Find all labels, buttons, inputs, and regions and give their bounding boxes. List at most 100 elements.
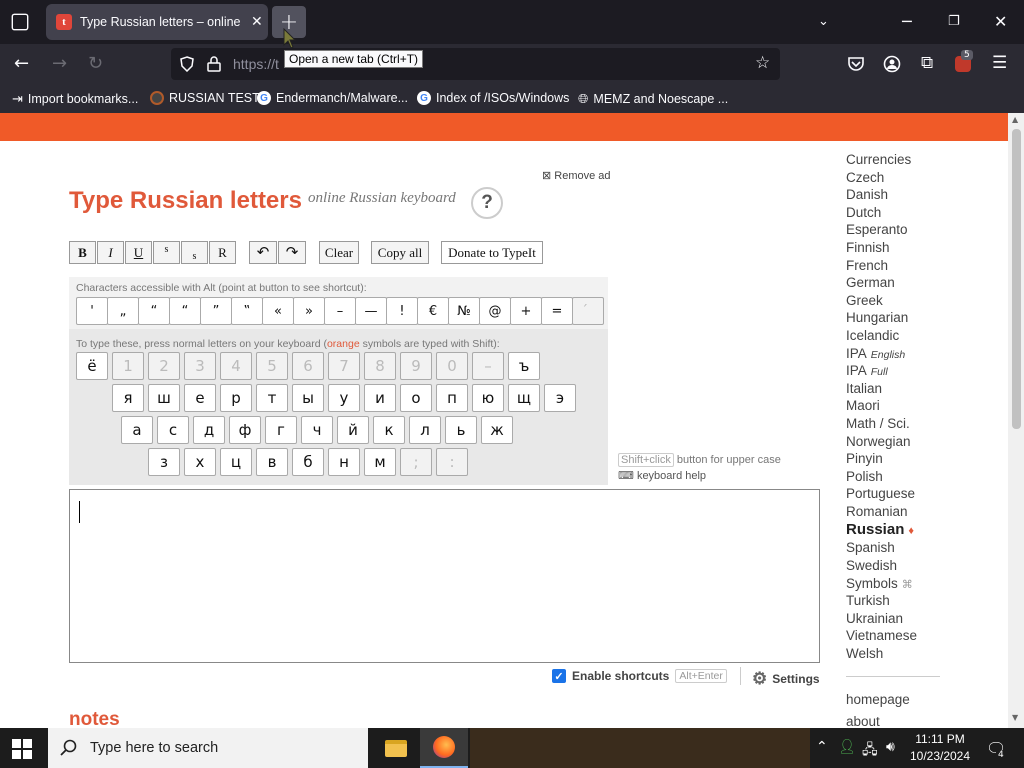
key-button[interactable]: ч — [301, 416, 333, 444]
language-link[interactable]: Esperanto — [846, 222, 917, 240]
key-button[interactable]: л — [409, 416, 441, 444]
key-button[interactable]: ц — [220, 448, 252, 476]
language-link[interactable]: Dutch — [846, 205, 917, 223]
key-button[interactable]: — — [355, 297, 387, 325]
active-tab[interactable]: t Type Russian letters – online Ru ✕ — [46, 4, 268, 40]
key-button[interactable]: х — [184, 448, 216, 476]
tray-people-icon[interactable]: 👤︎ — [838, 739, 856, 755]
windows-start-icon[interactable] — [12, 739, 32, 759]
page-scrollbar[interactable]: ▲ ▼ — [1008, 113, 1024, 728]
key-button[interactable]: ы — [292, 384, 324, 412]
superscript-button[interactable]: s — [153, 241, 180, 264]
key-button[interactable]: @ — [479, 297, 511, 325]
scroll-down-icon[interactable]: ▼ — [1012, 713, 1018, 722]
language-link[interactable]: Ukrainian — [846, 611, 917, 629]
forward-button[interactable]: → — [52, 53, 67, 74]
key-button[interactable]: и — [364, 384, 396, 412]
tab-list-icon[interactable] — [11, 13, 29, 31]
lock-icon[interactable] — [207, 56, 221, 72]
language-link[interactable]: Swedish — [846, 558, 917, 576]
bookmark-russian-test[interactable]: RUSSIAN TEST — [150, 91, 260, 105]
key-button[interactable]: б — [292, 448, 324, 476]
language-link[interactable]: French — [846, 258, 917, 276]
tray-overflow-icon[interactable]: ⌃ — [816, 739, 828, 755]
key-button[interactable]: м — [364, 448, 396, 476]
pocket-icon[interactable] — [847, 56, 865, 72]
tab-close-icon[interactable]: ✕ — [251, 14, 263, 30]
keyboard-help-link[interactable]: ⌨ keyboard help — [618, 469, 706, 482]
close-window-button[interactable]: ✕ — [994, 12, 1007, 31]
restore-button[interactable]: ❐ — [948, 14, 960, 29]
key-button[interactable]: й — [337, 416, 369, 444]
language-link[interactable]: German — [846, 275, 917, 293]
key-button[interactable]: + — [510, 297, 542, 325]
settings-button[interactable]: ⚙ Settings — [752, 669, 820, 689]
redo-button[interactable]: ↷ — [278, 241, 306, 264]
key-button[interactable]: : — [436, 448, 468, 476]
key-button[interactable]: г — [265, 416, 297, 444]
file-explorer-icon[interactable] — [372, 728, 420, 768]
underline-button[interactable]: U — [125, 241, 152, 264]
key-button[interactable]: т — [256, 384, 288, 412]
key-button[interactable]: ь — [445, 416, 477, 444]
reset-format-button[interactable]: R — [209, 241, 236, 264]
url-bar[interactable]: https://t ☆ — [171, 48, 780, 80]
account-icon[interactable] — [883, 55, 901, 73]
language-link[interactable]: Portuguese — [846, 486, 917, 504]
language-link[interactable]: Norwegian — [846, 434, 917, 452]
key-button[interactable]: « — [262, 297, 294, 325]
key-button[interactable]: ! — [386, 297, 418, 325]
language-link[interactable]: Turkish — [846, 593, 917, 611]
key-button[interactable]: щ — [508, 384, 540, 412]
language-link[interactable]: Maori — [846, 398, 917, 416]
key-button[interactable]: н — [328, 448, 360, 476]
key-button[interactable]: 5 — [256, 352, 288, 380]
key-button[interactable]: ё — [76, 352, 108, 380]
language-link[interactable]: Hungarian — [846, 310, 917, 328]
taskbar-clock[interactable]: 11:11 PM 10/23/2024 — [908, 731, 972, 765]
language-link[interactable]: Polish — [846, 469, 917, 487]
key-button[interactable]: “ — [169, 297, 201, 325]
key-button[interactable]: ъ — [508, 352, 540, 380]
back-button[interactable]: ← — [14, 53, 29, 74]
enable-shortcuts-toggle[interactable]: ✓ Enable shortcuts Alt+Enter — [552, 669, 727, 683]
key-button[interactable]: п — [436, 384, 468, 412]
network-icon[interactable]: 🖧︎ — [862, 739, 878, 763]
language-link[interactable]: Math / Sci. — [846, 416, 917, 434]
key-button[interactable]: ш — [148, 384, 180, 412]
key-button[interactable]: 8 — [364, 352, 396, 380]
language-link[interactable]: Icelandic — [846, 328, 917, 346]
key-button[interactable]: ж — [481, 416, 513, 444]
key-button[interactable]: „ — [107, 297, 139, 325]
key-button[interactable]: – — [324, 297, 356, 325]
text-input-area[interactable] — [69, 489, 820, 663]
key-button[interactable]: э — [544, 384, 576, 412]
key-button[interactable]: ф — [229, 416, 261, 444]
key-button[interactable]: з — [148, 448, 180, 476]
language-link[interactable]: Russian ♦ — [846, 521, 917, 540]
language-link[interactable]: Currencies — [846, 152, 917, 170]
key-button[interactable]: € — [417, 297, 449, 325]
bold-button[interactable]: B — [69, 241, 96, 264]
key-button[interactable]: ‟ — [231, 297, 263, 325]
key-button[interactable]: 0 — [436, 352, 468, 380]
key-button[interactable]: ю — [472, 384, 504, 412]
key-button[interactable]: ” — [200, 297, 232, 325]
language-link[interactable]: IPA Full — [846, 363, 917, 381]
checkbox-checked-icon[interactable]: ✓ — [552, 669, 566, 683]
language-link[interactable]: Greek — [846, 293, 917, 311]
help-icon[interactable]: ? — [471, 187, 503, 219]
key-button[interactable]: 4 — [220, 352, 252, 380]
italic-button[interactable]: I — [97, 241, 124, 264]
key-button[interactable]: 3 — [184, 352, 216, 380]
key-button[interactable]: у — [328, 384, 360, 412]
extensions-icon[interactable]: ⧉ — [921, 53, 933, 73]
language-link[interactable]: Italian — [846, 381, 917, 399]
scroll-thumb[interactable] — [1012, 129, 1021, 429]
clear-button[interactable]: Clear — [319, 241, 359, 264]
shield-icon[interactable] — [179, 56, 195, 72]
key-button[interactable]: “ — [138, 297, 170, 325]
bookmark-index-isos[interactable]: G Index of /ISOs/Windows — [417, 91, 569, 105]
language-link[interactable]: Welsh — [846, 646, 917, 664]
key-button[interactable]: ' — [76, 297, 108, 325]
